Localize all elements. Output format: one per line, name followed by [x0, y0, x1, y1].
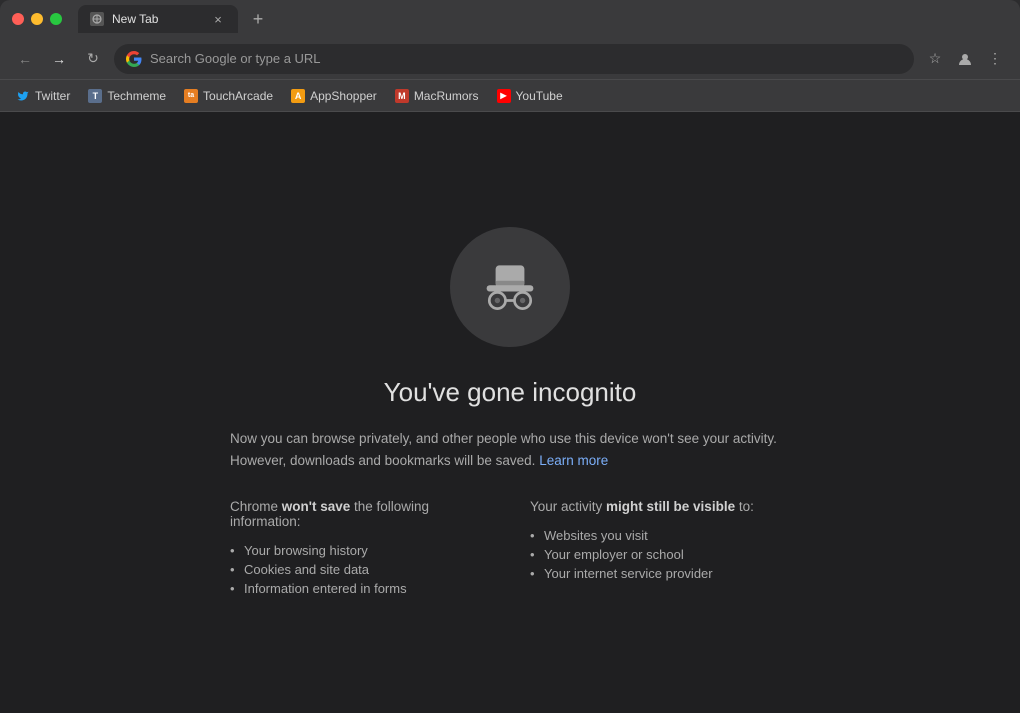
- bookmark-macrumors[interactable]: M MacRumors: [387, 86, 487, 106]
- bookmark-techmeme-label: Techmeme: [107, 89, 166, 103]
- google-icon: [126, 51, 142, 67]
- incognito-container: You've gone incognito Now you can browse…: [210, 207, 810, 618]
- wont-save-column: Chrome won't save the following informat…: [230, 499, 490, 598]
- address-text: Search Google or type a URL: [150, 51, 321, 66]
- profile-button[interactable]: [952, 46, 978, 72]
- reload-button[interactable]: ↻: [80, 46, 106, 72]
- active-tab[interactable]: New Tab ×: [78, 5, 238, 33]
- list-item: Your internet service provider: [530, 564, 790, 583]
- bookmark-appshopper[interactable]: A AppShopper: [283, 86, 385, 106]
- twitter-favicon: [16, 89, 30, 103]
- visible-title: Your activity might still be visible to:: [530, 499, 790, 514]
- visible-list: Websites you visit Your employer or scho…: [530, 526, 790, 583]
- back-button[interactable]: ←: [12, 46, 38, 72]
- titlebar: New Tab × +: [0, 0, 1020, 38]
- bookmark-youtube[interactable]: ▶ YouTube: [489, 86, 571, 106]
- incognito-title: You've gone incognito: [230, 377, 790, 408]
- bookmark-appshopper-label: AppShopper: [310, 89, 377, 103]
- incognito-icon: [450, 227, 570, 347]
- tab-close-button[interactable]: ×: [210, 11, 226, 27]
- list-item: Your browsing history: [230, 541, 490, 560]
- main-content: You've gone incognito Now you can browse…: [0, 112, 1020, 713]
- wont-save-title: Chrome won't save the following informat…: [230, 499, 490, 529]
- bookmark-star-button[interactable]: ☆: [922, 46, 948, 72]
- info-columns: Chrome won't save the following informat…: [230, 499, 790, 598]
- menu-button[interactable]: ⋮: [982, 46, 1008, 72]
- minimize-button[interactable]: [31, 13, 43, 25]
- list-item: Your employer or school: [530, 545, 790, 564]
- list-item: Cookies and site data: [230, 560, 490, 579]
- traffic-lights: [12, 13, 62, 25]
- bookmark-twitter[interactable]: Twitter: [8, 86, 78, 106]
- toucharcade-favicon: ta: [184, 89, 198, 103]
- new-tab-button[interactable]: +: [246, 7, 270, 31]
- bookmark-techmeme[interactable]: T Techmeme: [80, 86, 174, 106]
- bookmark-toucharcade-label: TouchArcade: [203, 89, 273, 103]
- visible-column: Your activity might still be visible to:…: [530, 499, 790, 598]
- bookmark-twitter-label: Twitter: [35, 89, 70, 103]
- tab-title: New Tab: [112, 12, 158, 26]
- toolbar: ← → ↻ Search Google or type a URL ☆ ⋮: [0, 38, 1020, 80]
- toolbar-right: ☆ ⋮: [922, 46, 1008, 72]
- macrumors-favicon: M: [395, 89, 409, 103]
- close-button[interactable]: [12, 13, 24, 25]
- tab-favicon: [90, 12, 104, 26]
- bookmark-youtube-label: YouTube: [516, 89, 563, 103]
- bookmark-macrumors-label: MacRumors: [414, 89, 479, 103]
- list-item: Websites you visit: [530, 526, 790, 545]
- maximize-button[interactable]: [50, 13, 62, 25]
- learn-more-link[interactable]: Learn more: [539, 453, 608, 468]
- forward-button[interactable]: →: [46, 46, 72, 72]
- bookmarks-bar: Twitter T Techmeme ta TouchArcade A AppS…: [0, 80, 1020, 112]
- wont-save-list: Your browsing history Cookies and site d…: [230, 541, 490, 598]
- techmeme-favicon: T: [88, 89, 102, 103]
- address-bar[interactable]: Search Google or type a URL: [114, 44, 914, 74]
- incognito-description: Now you can browse privately, and other …: [230, 428, 790, 471]
- appshopper-favicon: A: [291, 89, 305, 103]
- list-item: Information entered in forms: [230, 579, 490, 598]
- youtube-favicon: ▶: [497, 89, 511, 103]
- bookmark-toucharcade[interactable]: ta TouchArcade: [176, 86, 281, 106]
